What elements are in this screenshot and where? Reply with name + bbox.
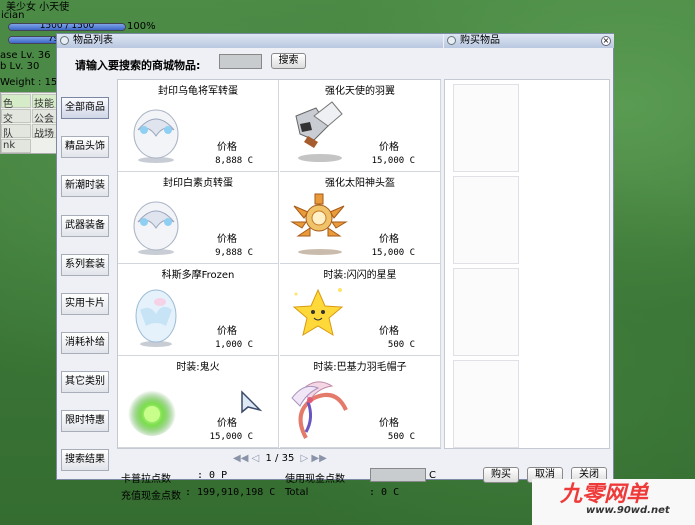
prev-page-icon[interactable]: ◁ — [252, 453, 260, 464]
item-name: 封印白素贞转蛋 — [163, 178, 233, 189]
search-input[interactable] — [219, 54, 262, 69]
close-icon[interactable]: × — [601, 36, 611, 46]
watermark-url: www.90wd.net — [586, 505, 670, 516]
cash-points-value: : 199,910,198 C — [185, 487, 276, 498]
star-icon — [292, 288, 344, 337]
crystal-egg-icon — [135, 289, 177, 347]
hp-text: 1500 / 1500 — [39, 23, 95, 31]
pagination: ◀◀ ◁ 1 / 35 ▷ ▶▶ — [233, 453, 327, 464]
price-label: 价格 — [217, 418, 237, 429]
item-name: 科斯多摩Frozen — [161, 270, 235, 281]
item-price: 500 C — [387, 340, 415, 350]
current-page: 1 — [265, 453, 272, 464]
item-price: 8,888 C — [215, 156, 253, 166]
cash-points-label: 充值现金点数 — [121, 491, 181, 502]
buy-button[interactable]: 购买 — [483, 467, 519, 483]
item-price: 15,000 C — [371, 156, 415, 166]
mouse-cursor-icon — [241, 390, 262, 414]
category-sets[interactable]: 系列套装 — [61, 254, 109, 276]
price-label: 价格 — [379, 142, 399, 153]
status-menu: 色 技能 交 公会 队 战场 nk — [0, 92, 62, 154]
search-label: 请输入要搜索的商城物品: — [75, 59, 201, 72]
menu-trade[interactable]: 交 — [1, 109, 31, 125]
price-label: 价格 — [217, 234, 237, 245]
item-price: 9,888 C — [215, 248, 253, 258]
use-cash-unit: C — [429, 470, 436, 481]
item-price: 500 C — [387, 432, 415, 442]
item-card[interactable]: 封印乌龟将军转蛋 价格 8,888 C — [118, 80, 279, 172]
category-search-results[interactable]: 搜索结果 — [61, 449, 109, 471]
item-price: 1,000 C — [215, 340, 253, 350]
cart-title: 购买物品 — [460, 35, 500, 46]
price-label: 价格 — [217, 326, 237, 337]
base-level: ase Lv. 36 — [0, 50, 51, 61]
menu-rank[interactable]: nk — [1, 139, 31, 153]
cart-titlebar[interactable]: 购买物品 × — [444, 34, 614, 48]
item-name: 时装:鬼火 — [176, 362, 220, 373]
category-consumables[interactable]: 消耗补给 — [61, 332, 109, 354]
hp-percent: 100% — [127, 21, 156, 32]
price-label: 价格 — [217, 142, 237, 153]
window-icon — [447, 36, 456, 45]
cart-slot[interactable] — [453, 84, 519, 172]
item-name: 封印乌龟将军转蛋 — [158, 86, 238, 97]
item-name: 时装:闪闪的星星 — [323, 270, 397, 281]
category-all[interactable]: 全部商品 — [61, 97, 109, 119]
hp-bar: 1500 / 1500 — [8, 23, 126, 31]
egg-icon — [133, 201, 179, 255]
category-costume[interactable]: 新潮时装 — [61, 175, 109, 197]
item-card[interactable]: 时装:闪闪的星星 价格 500 C — [280, 264, 441, 356]
last-page-icon[interactable]: ▶▶ — [311, 453, 326, 464]
cash-shop-window: 物品列表 购买物品 × 请输入要搜索的商城物品: 搜索 全部商品 精品头饰 新潮… — [56, 33, 614, 502]
item-card[interactable]: 时装:巴基力羽毛帽子 价格 500 C — [280, 356, 441, 448]
item-card[interactable]: 封印白素贞转蛋 价格 9,888 C — [118, 172, 279, 264]
item-grid: 封印乌龟将军转蛋 价格 8,888 C 强化天使的羽翼 价格 15,000 C — [117, 79, 441, 449]
search-button[interactable]: 搜索 — [271, 53, 306, 69]
use-cash-input[interactable] — [370, 468, 426, 482]
watermark-logo: 九零网单 — [560, 482, 649, 507]
feather-hat-icon — [291, 381, 348, 439]
menu-status[interactable]: 色 — [1, 94, 31, 110]
menu-party[interactable]: 队 — [1, 124, 31, 140]
category-limited[interactable]: 限时特惠 — [61, 410, 109, 432]
next-page-icon[interactable]: ▷ — [301, 453, 309, 464]
item-list-title: 物品列表 — [73, 35, 113, 46]
price-label: 价格 — [379, 234, 399, 245]
item-card[interactable]: 强化太阳神头盔 价格 15,000 C — [280, 172, 441, 264]
item-card[interactable]: 强化天使的羽翼 价格 15,000 C — [280, 80, 441, 172]
price-label: 价格 — [379, 326, 399, 337]
kafra-points-label: 卡普拉点数 — [121, 474, 171, 485]
ghost-fire-icon — [128, 388, 176, 436]
character-job: ician — [1, 10, 25, 21]
item-name: 时装:巴基力羽毛帽子 — [313, 362, 407, 373]
cart-slot[interactable] — [453, 360, 519, 448]
page-separator: / — [275, 453, 279, 464]
cart-slot[interactable] — [453, 268, 519, 356]
first-page-icon[interactable]: ◀◀ — [233, 453, 248, 464]
job-level: b Lv. 30 — [0, 61, 40, 72]
category-headgear[interactable]: 精品头饰 — [61, 136, 109, 158]
total-pages: 35 — [281, 453, 295, 464]
use-cash-label: 使用现金点数 — [285, 474, 345, 485]
item-list-titlebar[interactable]: 物品列表 — [57, 34, 443, 48]
item-card[interactable]: 科斯多摩Frozen 价格 1,000 C — [118, 264, 279, 356]
category-cards[interactable]: 实用卡片 — [61, 293, 109, 315]
cart-slot[interactable] — [453, 176, 519, 264]
purchase-list — [444, 79, 610, 449]
sun-helm-icon — [290, 193, 348, 255]
kafra-points-value: : 0 P — [197, 470, 228, 481]
total-label: Total — [285, 487, 309, 498]
item-price: 15,000 C — [371, 248, 415, 258]
item-name: 强化天使的羽翼 — [325, 86, 395, 97]
category-other[interactable]: 其它类别 — [61, 371, 109, 393]
item-price: 15,000 C — [209, 432, 253, 442]
window-icon — [60, 36, 69, 45]
price-label: 价格 — [379, 418, 399, 429]
total-value: : 0 C — [369, 487, 400, 498]
category-weapons[interactable]: 武器装备 — [61, 215, 109, 237]
angel-wing-helm-icon — [295, 101, 343, 162]
item-name: 强化太阳神头盔 — [325, 178, 395, 189]
egg-icon — [133, 109, 179, 163]
